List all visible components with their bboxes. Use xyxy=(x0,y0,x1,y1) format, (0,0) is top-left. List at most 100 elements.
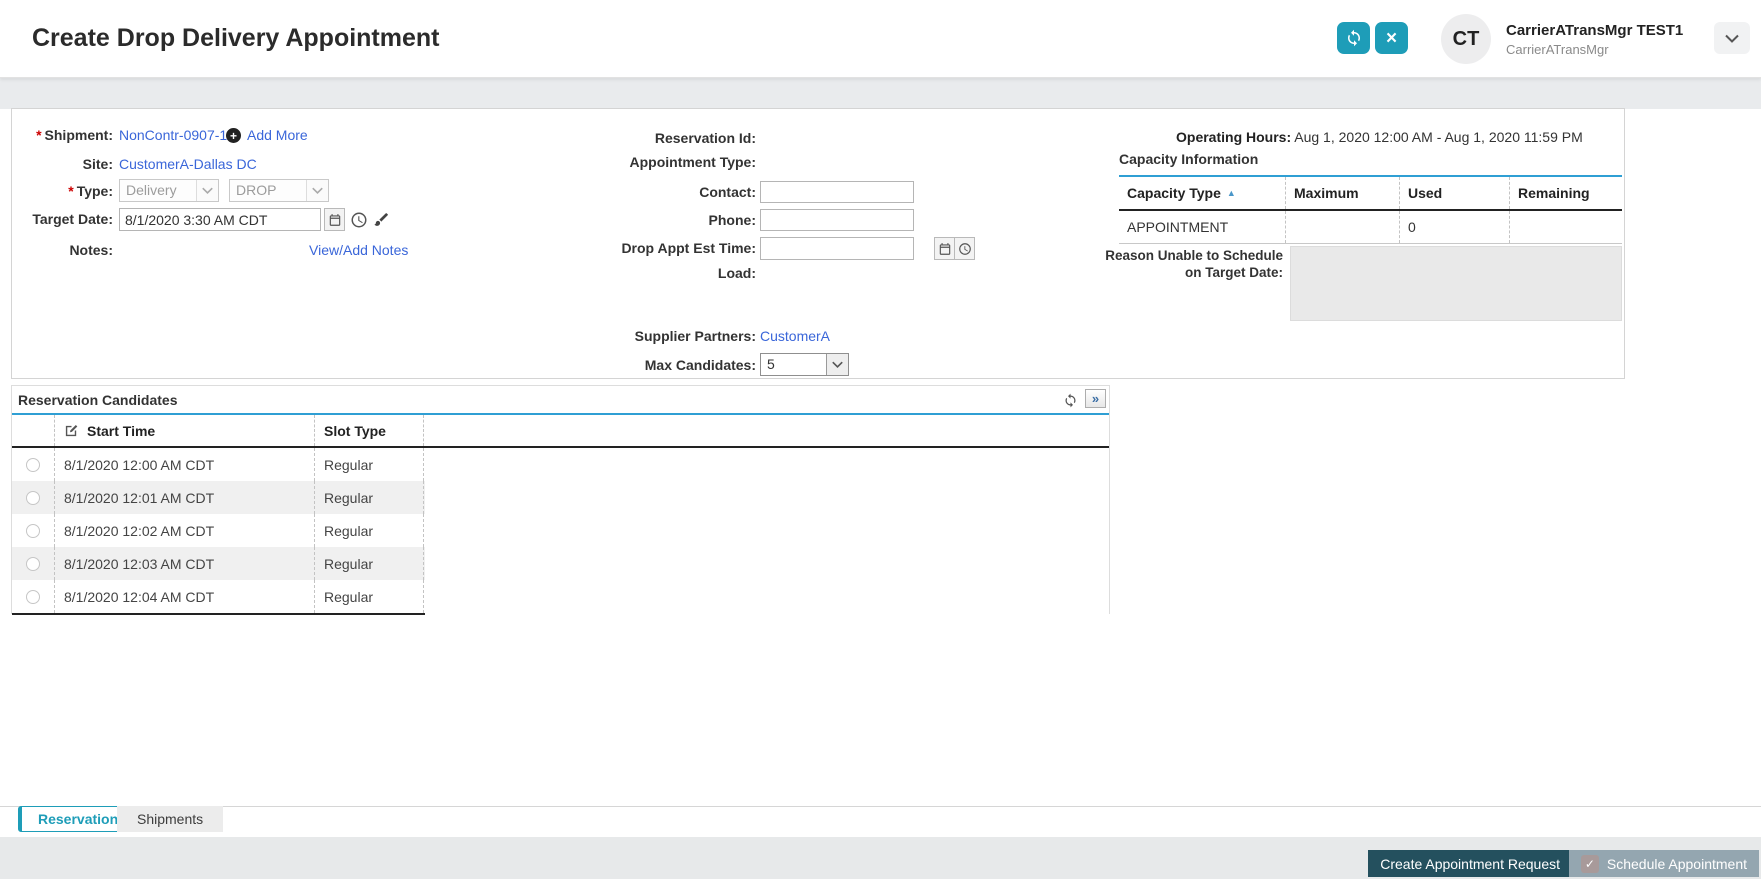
phone-input[interactable] xyxy=(760,209,914,231)
close-button[interactable]: × xyxy=(1375,22,1408,54)
operating-hours: Operating Hours: Aug 1, 2020 12:00 AM - … xyxy=(1176,125,1583,149)
top-bar: Create Drop Delivery Appointment × CT Ca… xyxy=(0,0,1761,78)
slot-type-cell: Regular xyxy=(314,448,424,481)
drop-appt-est-time-input[interactable] xyxy=(760,237,914,260)
type-subtype-select: DROP xyxy=(229,179,329,202)
row-radio-button[interactable] xyxy=(26,491,40,505)
maximum-cell xyxy=(1285,211,1399,243)
create-appointment-request-button[interactable]: Create Appointment Request xyxy=(1368,850,1572,877)
type-mode-select: Delivery xyxy=(119,179,219,202)
clock-icon[interactable] xyxy=(954,237,975,260)
view-add-notes-link[interactable]: View/Add Notes xyxy=(309,238,408,262)
refresh-candidates-icon[interactable] xyxy=(1063,393,1078,408)
table-row[interactable]: 8/1/2020 12:01 AM CDT Regular xyxy=(12,481,425,514)
slot-type-cell: Regular xyxy=(314,514,424,547)
expand-panel-icon[interactable]: » xyxy=(1085,389,1106,408)
row-radio-button[interactable] xyxy=(26,458,40,472)
calendar-icon[interactable] xyxy=(324,208,345,231)
radio-column-header xyxy=(12,415,54,446)
site-link[interactable]: CustomerA-Dallas DC xyxy=(119,152,257,176)
shipment-label: *Shipment: xyxy=(12,123,113,147)
start-time-cell: 8/1/2020 12:04 AM CDT xyxy=(54,580,314,613)
add-more-link[interactable]: Add More xyxy=(247,123,308,147)
user-role: CarrierATransMgr xyxy=(1506,42,1609,57)
operating-hours-value: Aug 1, 2020 12:00 AM - Aug 1, 2020 11:59… xyxy=(1294,129,1583,145)
site-label: Site: xyxy=(12,152,113,176)
reservation-id-label: Reservation Id: xyxy=(492,126,756,150)
target-date-label: Target Date: xyxy=(12,207,113,231)
used-cell: 0 xyxy=(1399,211,1509,243)
chevron-down-icon xyxy=(306,180,328,201)
contact-input[interactable] xyxy=(760,181,914,203)
used-column-header: Used xyxy=(1399,177,1509,209)
start-time-column-header[interactable]: Start Time xyxy=(54,415,314,446)
supplier-partners-link[interactable]: CustomerA xyxy=(760,324,830,348)
phone-label: Phone: xyxy=(492,208,756,232)
edit-icon[interactable] xyxy=(64,423,79,438)
sort-ascending-icon: ▲ xyxy=(1227,188,1236,198)
table-row[interactable]: 8/1/2020 12:00 AM CDT Regular xyxy=(12,448,425,481)
appointment-form-panel: *Shipment: NonContr-0907-1 + Add More Si… xyxy=(11,108,1625,379)
required-marker: * xyxy=(68,183,73,199)
refresh-button[interactable] xyxy=(1337,22,1370,54)
notes-label: Notes: xyxy=(12,238,113,262)
user-menu-button[interactable] xyxy=(1714,22,1750,54)
chevron-down-icon xyxy=(1725,34,1739,43)
row-radio-button[interactable] xyxy=(26,524,40,538)
slot-type-cell: Regular xyxy=(314,580,424,613)
calendar-icon[interactable] xyxy=(934,237,955,260)
maximum-column-header: Maximum xyxy=(1285,177,1399,209)
slot-type-cell: Regular xyxy=(314,547,424,580)
supplier-partners-label: Supplier Partners: xyxy=(492,324,756,348)
empty-column-header xyxy=(424,415,1109,446)
start-time-cell: 8/1/2020 12:02 AM CDT xyxy=(54,514,314,547)
row-radio-button[interactable] xyxy=(26,590,40,604)
operating-hours-label: Operating Hours: xyxy=(1176,129,1291,145)
capacity-table-header: Capacity Type ▲ Maximum Used Remaining xyxy=(1119,177,1622,211)
reservation-candidates-title: Reservation Candidates xyxy=(18,392,178,408)
table-row[interactable]: 8/1/2020 12:03 AM CDT Regular xyxy=(12,547,425,580)
capacity-information-title: Capacity Information xyxy=(1119,151,1258,167)
header-divider-band xyxy=(0,78,1761,109)
start-time-cell: 8/1/2020 12:03 AM CDT xyxy=(54,547,314,580)
row-radio-button[interactable] xyxy=(26,557,40,571)
slot-type-column-header[interactable]: Slot Type xyxy=(314,415,424,446)
tab-shipments[interactable]: Shipments xyxy=(117,806,223,832)
avatar: CT xyxy=(1441,14,1491,64)
remaining-column-header: Remaining xyxy=(1509,177,1622,209)
add-more-plus-icon[interactable]: + xyxy=(226,128,241,143)
user-name: CarrierATransMgr TEST1 xyxy=(1506,22,1683,39)
chevron-down-icon xyxy=(196,180,218,201)
appointment-type-label: Appointment Type: xyxy=(492,150,756,174)
slot-type-cell: Regular xyxy=(314,481,424,514)
table-row[interactable]: 8/1/2020 12:02 AM CDT Regular xyxy=(12,514,425,547)
candidates-table: Start Time Slot Type 8/1/2020 12:00 AM C… xyxy=(12,413,1109,615)
candidates-rows: 8/1/2020 12:00 AM CDT Regular 8/1/2020 1… xyxy=(12,448,425,615)
chevron-down-icon xyxy=(826,354,848,375)
capacity-type-cell: APPOINTMENT xyxy=(1119,211,1285,243)
max-candidates-label: Max Candidates: xyxy=(492,353,756,377)
sync-icon xyxy=(1345,29,1363,47)
schedule-appointment-button[interactable]: ✓ Schedule Appointment xyxy=(1569,850,1759,877)
type-label: *Type: xyxy=(12,179,113,203)
clock-icon[interactable] xyxy=(349,210,368,229)
required-marker: * xyxy=(36,127,41,143)
reason-unable-label: Reason Unable to Schedule on Target Date… xyxy=(1012,247,1283,281)
candidates-table-header: Start Time Slot Type xyxy=(12,415,1109,448)
table-row: APPOINTMENT 0 xyxy=(1119,211,1622,244)
capacity-type-column-header[interactable]: Capacity Type ▲ xyxy=(1119,177,1285,209)
capacity-table: Capacity Type ▲ Maximum Used Remaining A… xyxy=(1119,175,1622,244)
target-date-input[interactable] xyxy=(119,208,321,231)
drop-appt-est-time-label: Drop Appt Est Time: xyxy=(492,236,756,260)
page-title: Create Drop Delivery Appointment xyxy=(32,24,439,53)
close-icon: × xyxy=(1386,29,1397,48)
remaining-cell xyxy=(1509,211,1622,243)
clear-brush-icon[interactable] xyxy=(372,210,390,228)
table-row[interactable]: 8/1/2020 12:04 AM CDT Regular xyxy=(12,580,425,613)
start-time-cell: 8/1/2020 12:00 AM CDT xyxy=(54,448,314,481)
max-candidates-select[interactable]: 5 xyxy=(760,353,849,376)
reservation-candidates-panel: Reservation Candidates » Start Time Slot… xyxy=(11,385,1110,614)
check-icon: ✓ xyxy=(1581,855,1599,873)
contact-label: Contact: xyxy=(492,180,756,204)
shipment-link[interactable]: NonContr-0907-1 xyxy=(119,123,227,147)
